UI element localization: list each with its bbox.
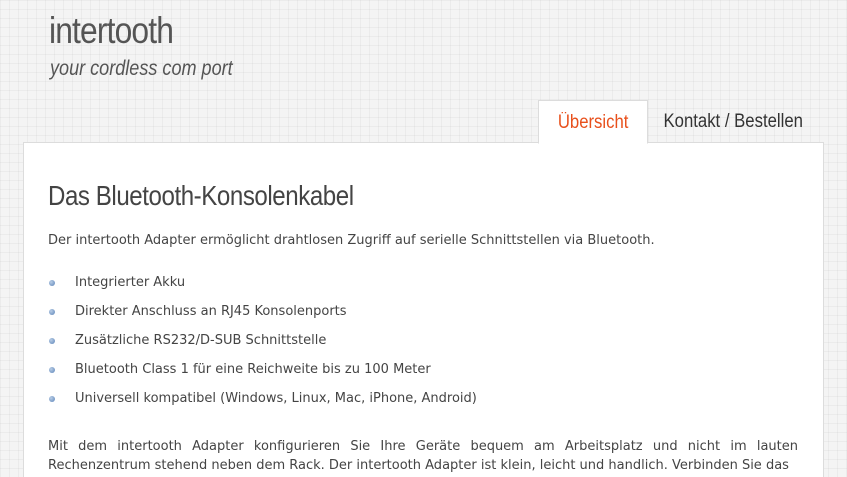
tab-kontakt-bestellen-label: Kontakt / Bestellen xyxy=(663,111,803,132)
feature-item: Zusätzliche RS232/D-SUB Schnittstelle xyxy=(48,332,477,361)
tab-kontakt-bestellen[interactable]: Kontakt / Bestellen xyxy=(648,100,818,143)
description-paragraph: Mit dem intertooth Adapter konfigurieren… xyxy=(48,439,798,473)
bullet-icon xyxy=(49,280,55,286)
feature-item: Direkter Anschluss an RJ45 Konsolenports xyxy=(48,303,477,332)
content-panel: Das Bluetooth-Konsolenkabel Der intertoo… xyxy=(23,142,824,477)
page-heading: Das Bluetooth-Konsolenkabel xyxy=(48,180,354,211)
bullet-icon xyxy=(49,309,55,315)
bullet-icon xyxy=(49,367,55,373)
feature-item: Bluetooth Class 1 für eine Reichweite bi… xyxy=(48,361,477,390)
feature-item: Integrierter Akku xyxy=(48,274,477,303)
site-tagline: your cordless com port xyxy=(50,57,233,80)
feature-text: Direkter Anschluss an RJ45 Konsolenports xyxy=(75,304,347,319)
site-title[interactable]: intertooth xyxy=(49,8,174,54)
feature-text: Bluetooth Class 1 für eine Reichweite bi… xyxy=(75,362,431,377)
main-navigation: Übersicht Kontakt / Bestellen xyxy=(538,100,818,144)
feature-text: Integrierter Akku xyxy=(75,275,186,290)
tab-uebersicht[interactable]: Übersicht xyxy=(538,100,648,144)
feature-text: Universell kompatibel (Windows, Linux, M… xyxy=(75,391,477,406)
feature-list: Integrierter Akku Direkter Anschluss an … xyxy=(48,274,477,419)
tab-uebersicht-label: Übersicht xyxy=(557,112,629,133)
bullet-icon xyxy=(49,396,55,402)
bullet-icon xyxy=(49,338,55,344)
intro-text: Der intertooth Adapter ermöglicht drahtl… xyxy=(48,233,655,248)
feature-text: Zusätzliche RS232/D-SUB Schnittstelle xyxy=(75,333,327,348)
feature-item: Universell kompatibel (Windows, Linux, M… xyxy=(48,390,477,419)
